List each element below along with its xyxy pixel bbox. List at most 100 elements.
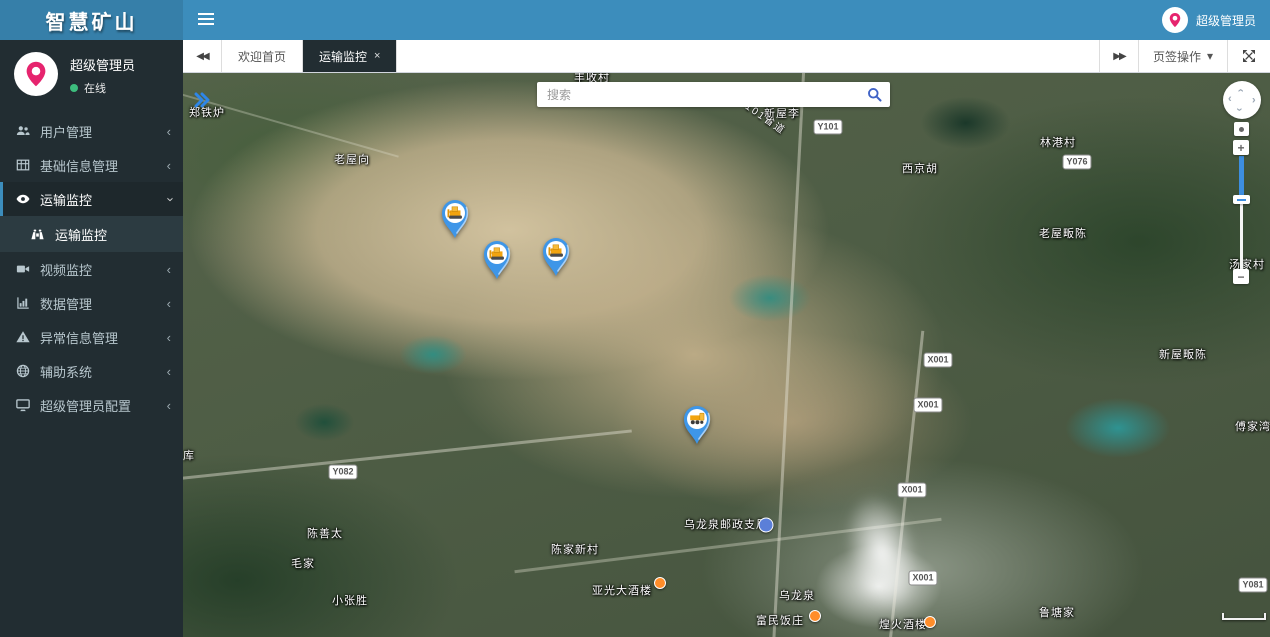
user-avatar [14, 52, 58, 96]
sidebar-item-3[interactable]: 视频监控‹ [0, 252, 183, 286]
chevron-down-icon: ‹ [162, 197, 175, 201]
road-number-badge: Y076 [1062, 155, 1091, 170]
sidebar-item-label: 异常信息管理 [40, 328, 118, 347]
map-scale-bar [1222, 613, 1266, 620]
map-search-input[interactable] [537, 88, 858, 102]
map-place-label: 陈善太 [307, 525, 343, 541]
tab-label: 运输监控 [319, 48, 367, 65]
vehicle-marker-truck[interactable] [681, 404, 713, 451]
chevron-left-icon: ‹ [167, 125, 171, 138]
pan-left-icon[interactable]: ‹ [1228, 94, 1232, 105]
pan-down-icon[interactable]: ‹ [1234, 108, 1245, 112]
tab-0[interactable]: 欢迎首页 [222, 40, 303, 72]
map-place-label: 老屋畈陈 [1039, 225, 1087, 241]
users-icon [15, 124, 30, 139]
vehicle-marker-bulldozer[interactable] [540, 236, 572, 283]
sidebar-item-1[interactable]: 基础信息管理 ‹ [0, 148, 183, 182]
sidebar-item-label: 运输监控 [40, 190, 92, 209]
vehicle-marker-bulldozer[interactable] [439, 198, 471, 245]
user-status-text: 在线 [84, 80, 106, 96]
sidebar-item-2[interactable]: 运输监控 ‹ [0, 182, 183, 216]
poi-marker-post-office[interactable] [759, 518, 774, 533]
fullscreen-button[interactable] [1227, 40, 1270, 72]
desktop-icon [15, 398, 30, 413]
poi-marker-restaurant[interactable] [809, 610, 821, 622]
map-place-label: 库 [183, 447, 195, 463]
tab-1[interactable]: 运输监控 × [303, 40, 397, 72]
tab-operations-dropdown[interactable]: 页签操作 ▾ [1138, 40, 1227, 72]
chevron-down-icon: ▾ [1207, 49, 1213, 63]
map-place-label: 毛家 [291, 555, 315, 571]
search-button[interactable] [858, 82, 890, 107]
table-icon [15, 158, 30, 173]
poi-marker-restaurant[interactable] [654, 577, 666, 589]
map-pan-control[interactable]: ‹ ‹ ‹ ‹ [1223, 81, 1261, 119]
chevron-left-icon: ‹ [167, 159, 171, 172]
panel-expand-button[interactable] [193, 92, 211, 113]
chevron-left-icon: ‹ [167, 331, 171, 344]
tab-operations-label: 页签操作 [1153, 48, 1201, 65]
pan-up-icon[interactable]: ‹ [1234, 89, 1245, 93]
sidebar-item-4[interactable]: 数据管理 ‹ [0, 286, 183, 320]
bulldozer-icon [540, 236, 572, 278]
sidebar-menu: 用户管理‹ 基础信息管理 ‹ 运输监控 ‹ 运输监控视频监控‹ 数据管理 ‹ 异常信息管理 ‹ 辅助… [0, 114, 183, 422]
map-place-label: 傅家湾 [1235, 418, 1270, 434]
video-icon [15, 262, 30, 277]
app-logo-text: 智慧矿山 [46, 6, 138, 35]
double-chevron-right-icon [193, 92, 211, 108]
vehicle-marker-bulldozer[interactable] [481, 239, 513, 286]
fullscreen-icon [1242, 49, 1256, 63]
chart-icon [15, 296, 30, 311]
chevron-left-icon: ‹ [167, 297, 171, 310]
tab-bar: ◀◀ 欢迎首页 运输监控 × ▶▶ 页签操作 ▾ [183, 40, 1270, 73]
poi-marker-restaurant[interactable] [924, 616, 936, 628]
tabs-scroll-right-button[interactable]: ▶▶ [1099, 40, 1138, 72]
map-place-label: 乌龙泉邮政支局 [684, 516, 768, 532]
search-icon [867, 87, 882, 102]
road-number-badge: X001 [908, 571, 937, 586]
tabbar-spacer [397, 40, 1098, 72]
map-canvas[interactable]: 丰收村郑铁炉老屋向新屋李西京胡林港村老屋畈陈汤家村新屋畈陈傅家湾库陈善太毛家小张… [183, 72, 1270, 637]
sidebar-item-label: 辅助系统 [40, 362, 92, 381]
zoom-out-button[interactable]: − [1233, 269, 1249, 284]
zoom-in-button[interactable]: + [1233, 140, 1249, 155]
zoom-slider-track-upper[interactable] [1239, 156, 1244, 196]
eye-icon [15, 192, 30, 207]
header-user-menu[interactable]: 超级管理员 [1162, 7, 1256, 33]
sidebar-user-name: 超级管理员 [70, 55, 135, 74]
sidebar-item-7[interactable]: 超级管理员配置‹ [0, 388, 183, 422]
map-place-label: 鲁塘家 [1039, 604, 1075, 620]
tabs-scroll-left-button[interactable]: ◀◀ [183, 40, 222, 72]
road-number-badge: Y081 [1238, 578, 1267, 593]
pin-icon [21, 59, 51, 89]
sidebar-item-label: 数据管理 [40, 294, 92, 313]
map-search-bar [537, 82, 890, 107]
user-avatar [1162, 7, 1188, 33]
map-place-label: 西京胡 [902, 160, 938, 176]
map-place-label: 亚光大酒楼 [592, 582, 652, 598]
sidebar-subitem-2-0[interactable]: 运输监控 [0, 216, 183, 252]
road-number-badge: X001 [923, 353, 952, 368]
sidebar-item-5[interactable]: 异常信息管理 ‹ [0, 320, 183, 354]
globe-icon [15, 364, 30, 379]
map-place-label: 新屋畈陈 [1159, 346, 1207, 362]
pan-right-icon[interactable]: ‹ [1252, 94, 1256, 105]
tab-label: 欢迎首页 [238, 48, 286, 65]
locate-dot-icon [1239, 127, 1244, 132]
truck-icon [681, 404, 713, 446]
sidebar-user-panel: 超级管理员 在线 [0, 40, 183, 110]
chevron-left-icon: ‹ [167, 399, 171, 412]
zoom-slider-track-lower[interactable] [1240, 204, 1243, 269]
binoculars-icon [30, 227, 45, 242]
sidebar-item-label: 基础信息管理 [40, 156, 118, 175]
map-locate-button[interactable] [1234, 122, 1249, 136]
zoom-slider-handle[interactable] [1233, 195, 1250, 204]
map-place-label: 老屋向 [334, 151, 370, 167]
sidebar-toggle-hamburger-icon[interactable] [198, 13, 214, 27]
sidebar-item-0[interactable]: 用户管理‹ [0, 114, 183, 148]
map-place-label: 小张胜 [332, 592, 368, 608]
tab-close-icon[interactable]: × [374, 50, 380, 62]
sidebar-subitem-label: 运输监控 [55, 225, 107, 244]
sidebar-item-6[interactable]: 辅助系统‹ [0, 354, 183, 388]
bulldozer-icon [439, 198, 471, 240]
